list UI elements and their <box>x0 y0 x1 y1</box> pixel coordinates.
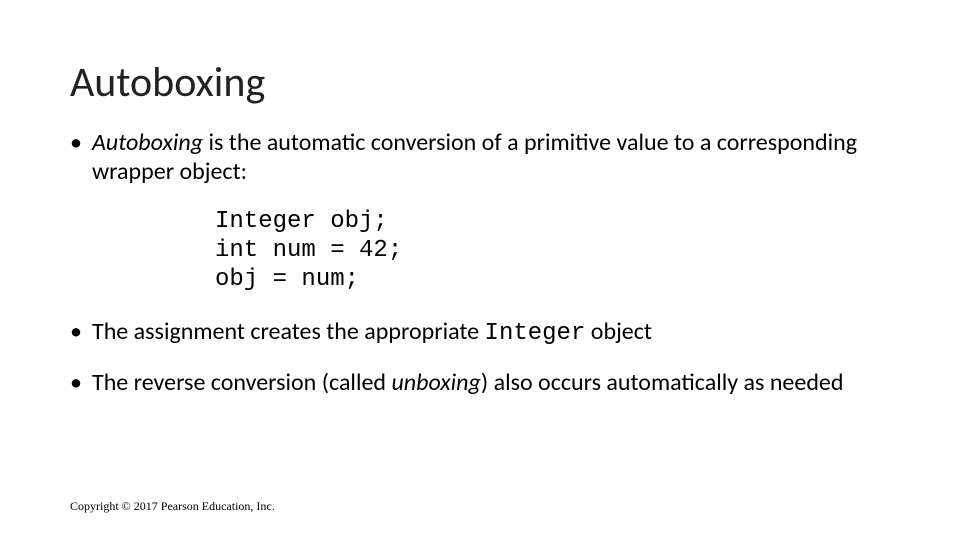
bullet-assignment: The assignment creates the appropriate I… <box>70 317 890 348</box>
bullet-text: is the automatic conversion of a primiti… <box>92 128 857 186</box>
slide: Autoboxing Autoboxing is the automatic c… <box>0 0 960 540</box>
slide-body: Autoboxing is the automatic conversion o… <box>70 128 890 397</box>
code-inline-integer: Integer <box>485 320 586 347</box>
bullet-text: ) also occurs automatically as needed <box>481 368 844 397</box>
code-line-3: obj = num; <box>215 266 359 293</box>
bullet-list-2: The assignment creates the appropriate I… <box>70 317 890 398</box>
bullet-unboxing: The reverse conversion (called unboxing)… <box>70 368 890 397</box>
term-unboxing: unboxing <box>391 368 480 397</box>
code-line-2: int num = 42; <box>215 237 402 264</box>
term-autoboxing: Autoboxing <box>92 128 203 157</box>
copyright-notice: Copyright © 2017 Pearson Education, Inc. <box>70 499 275 514</box>
bullet-text: object <box>585 317 652 346</box>
code-line-1: Integer obj; <box>215 208 388 235</box>
bullet-list: Autoboxing is the automatic conversion o… <box>70 128 890 187</box>
bullet-text: The assignment creates the appropriate <box>92 317 485 346</box>
slide-title: Autoboxing <box>70 60 890 106</box>
bullet-text: The reverse conversion (called <box>92 368 391 397</box>
code-block: Integer obj; int num = 42; obj = num; <box>215 207 890 295</box>
bullet-autoboxing-definition: Autoboxing is the automatic conversion o… <box>70 128 890 187</box>
